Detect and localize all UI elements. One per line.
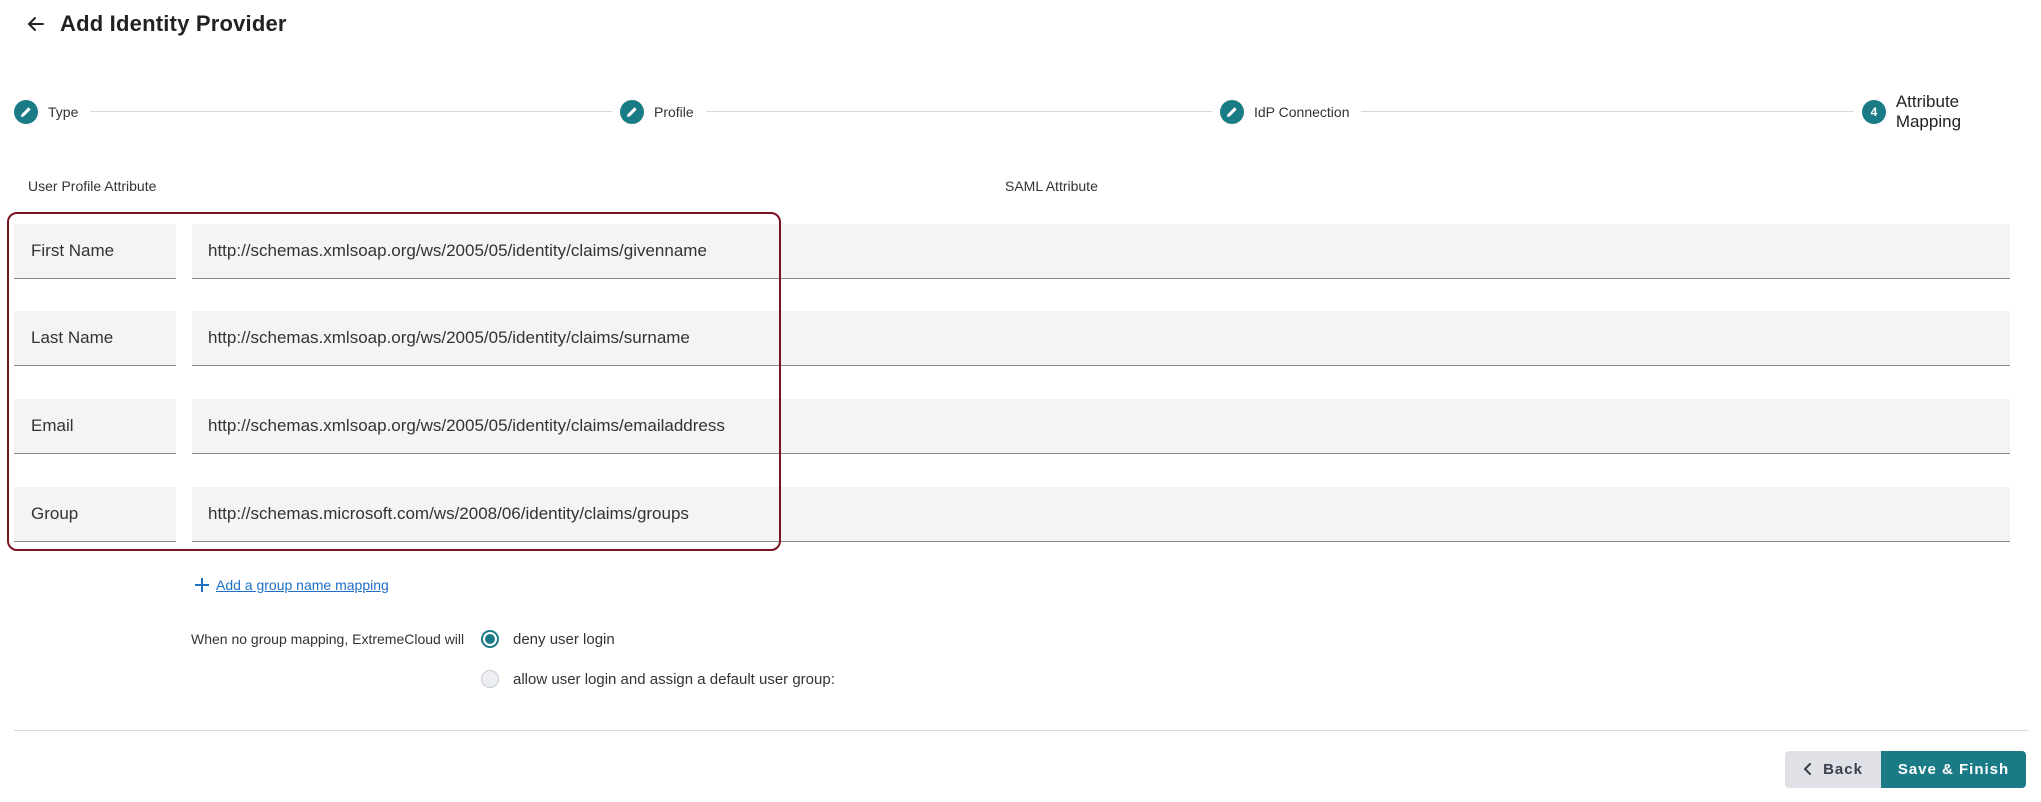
pencil-icon bbox=[1220, 100, 1244, 124]
no-group-mapping-label: When no group mapping, ExtremeCloud will bbox=[191, 631, 465, 647]
radio-checked-icon[interactable] bbox=[481, 630, 499, 648]
saml-attribute-input[interactable]: http://schemas.xmlsoap.org/ws/2005/05/id… bbox=[192, 224, 2010, 279]
attribute-field: Last Name bbox=[14, 311, 176, 366]
add-identity-provider-page: Add Identity Provider Type Profile IdP C… bbox=[0, 0, 2041, 802]
footer-divider bbox=[14, 730, 2028, 731]
saml-attribute-value: http://schemas.xmlsoap.org/ws/2005/05/id… bbox=[208, 328, 690, 347]
save-finish-label: Save & Finish bbox=[1897, 761, 2010, 778]
step-type[interactable]: Type bbox=[14, 100, 91, 124]
saml-attribute-value: http://schemas.xmlsoap.org/ws/2005/05/id… bbox=[208, 241, 707, 260]
step-number: 4 bbox=[1862, 100, 1886, 124]
step-profile[interactable]: Profile bbox=[612, 100, 706, 124]
attribute-name: Group bbox=[31, 504, 79, 523]
radio-label: deny user login bbox=[513, 630, 615, 648]
page-header: Add Identity Provider bbox=[24, 8, 287, 40]
attribute-name: Last Name bbox=[31, 328, 114, 347]
plus-icon bbox=[194, 577, 210, 593]
wizard-stepper: Type Profile IdP Connection 4 Attribute … bbox=[14, 92, 2028, 131]
step-connector bbox=[14, 111, 2028, 112]
saml-attribute-input[interactable]: http://schemas.xmlsoap.org/ws/2005/05/id… bbox=[192, 311, 2010, 366]
step-label: Type bbox=[48, 104, 79, 120]
deny-login-radio-option[interactable]: deny user login bbox=[481, 630, 615, 648]
radio-label: allow user login and assign a default us… bbox=[513, 670, 835, 688]
page-title: Add Identity Provider bbox=[60, 11, 287, 36]
back-button[interactable]: Back bbox=[1785, 751, 1881, 788]
attribute-field: First Name bbox=[14, 224, 176, 279]
saml-attribute-input[interactable]: http://schemas.xmlsoap.org/ws/2005/05/id… bbox=[192, 399, 2010, 454]
radio-unchecked-icon[interactable] bbox=[481, 670, 499, 688]
saml-attribute-value: http://schemas.microsoft.com/ws/2008/06/… bbox=[208, 504, 689, 523]
step-label: Profile bbox=[654, 104, 694, 120]
attribute-field: Email bbox=[14, 399, 176, 454]
saml-attribute-header: SAML Attribute bbox=[1005, 178, 1098, 194]
add-group-mapping-label: Add a group name mapping bbox=[216, 577, 389, 593]
attribute-name: Email bbox=[31, 416, 74, 435]
save-finish-button[interactable]: Save & Finish bbox=[1881, 751, 2026, 788]
attribute-name: First Name bbox=[31, 241, 115, 260]
pencil-icon bbox=[14, 100, 38, 124]
chevron-left-icon bbox=[1803, 762, 1813, 778]
attribute-field: Group bbox=[14, 487, 176, 542]
saml-attribute-input[interactable]: http://schemas.microsoft.com/ws/2008/06/… bbox=[192, 487, 2010, 542]
step-label: Attribute Mapping bbox=[1895, 92, 1962, 131]
user-profile-attribute-header: User Profile Attribute bbox=[28, 178, 157, 194]
back-button-label: Back bbox=[1823, 761, 1863, 778]
allow-login-radio-option[interactable]: allow user login and assign a default us… bbox=[481, 670, 835, 688]
step-label: IdP Connection bbox=[1254, 104, 1350, 120]
add-group-mapping-link[interactable]: Add a group name mapping bbox=[194, 577, 389, 593]
pencil-icon bbox=[620, 100, 644, 124]
back-arrow-icon[interactable] bbox=[24, 12, 48, 36]
step-idp-connection[interactable]: IdP Connection bbox=[1212, 100, 1362, 124]
saml-attribute-value: http://schemas.xmlsoap.org/ws/2005/05/id… bbox=[208, 416, 725, 435]
step-attribute-mapping[interactable]: 4 Attribute Mapping bbox=[1854, 92, 2028, 131]
